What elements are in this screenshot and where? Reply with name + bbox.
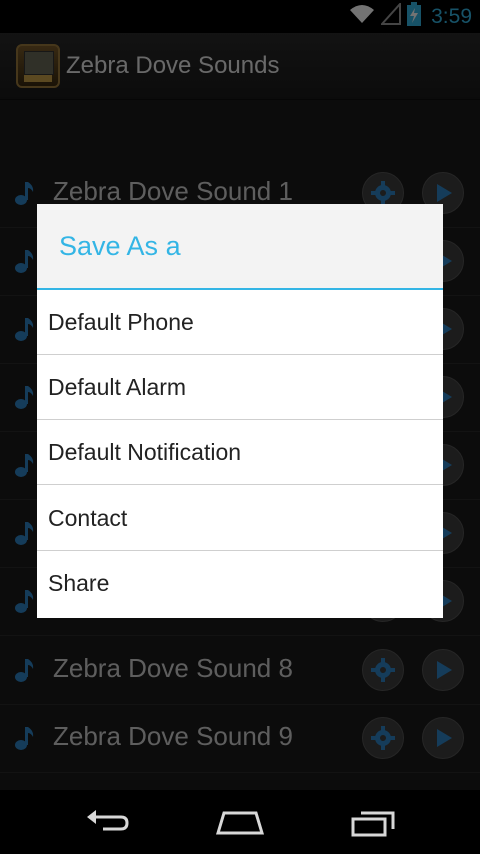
option-default-phone[interactable]: Default Phone (37, 290, 443, 355)
dialog-title: Save As a (59, 231, 181, 261)
status-icons: 3:59 (349, 0, 472, 33)
option-label: Default Phone (48, 309, 194, 335)
status-bar: 3:59 (0, 0, 480, 33)
gear-icon (371, 658, 395, 682)
option-label: Default Notification (48, 439, 242, 465)
save-as-dialog: Save As a Default Phone Default Alarm De… (37, 204, 443, 618)
option-default-alarm[interactable]: Default Alarm (37, 355, 443, 420)
music-note-icon (15, 454, 34, 477)
settings-button[interactable] (362, 717, 404, 759)
recents-icon (351, 811, 395, 837)
list-item[interactable]: Zebra Dove Sound 8 (0, 637, 480, 705)
signal-icon (379, 1, 402, 30)
option-share[interactable]: Share (37, 551, 443, 616)
music-note-icon (15, 522, 34, 545)
status-clock: 3:59 (431, 4, 472, 28)
sound-label: Zebra Dove Sound 1 (53, 176, 293, 206)
app-title: Zebra Dove Sounds (66, 52, 280, 79)
play-button[interactable] (422, 649, 464, 691)
music-note-icon (15, 182, 34, 205)
settings-button[interactable] (362, 649, 404, 691)
option-label: Share (48, 570, 110, 596)
music-note-icon (15, 250, 34, 273)
app-icon[interactable] (16, 44, 60, 88)
home-icon (215, 811, 265, 835)
option-contact[interactable]: Contact (37, 486, 443, 551)
navigation-bar (0, 790, 480, 854)
option-label: Default Alarm (48, 374, 187, 400)
music-note-icon (15, 590, 34, 613)
back-icon (87, 810, 129, 831)
play-button[interactable] (422, 717, 464, 759)
gear-icon (371, 726, 395, 750)
play-icon (437, 184, 452, 202)
action-bar: Zebra Dove Sounds (0, 33, 480, 101)
sound-label: Zebra Dove Sound 8 (53, 653, 293, 683)
gear-icon (371, 181, 395, 205)
dialog-header: Save As a (37, 204, 443, 290)
back-button[interactable] (75, 800, 139, 844)
music-note-icon (15, 318, 34, 341)
wifi-icon (349, 3, 375, 30)
list-item[interactable]: Zebra Dove Sound 9 (0, 705, 480, 773)
option-default-notification[interactable]: Default Notification (37, 420, 443, 485)
play-icon (437, 729, 452, 747)
music-note-icon (15, 386, 34, 409)
recents-button[interactable] (342, 800, 406, 844)
option-label: Contact (48, 505, 128, 531)
sound-label: Zebra Dove Sound 9 (53, 721, 293, 751)
music-note-icon (15, 659, 34, 682)
battery-charging-icon (407, 2, 422, 31)
play-icon (437, 661, 452, 679)
home-button[interactable] (208, 800, 272, 844)
music-note-icon (15, 727, 34, 750)
